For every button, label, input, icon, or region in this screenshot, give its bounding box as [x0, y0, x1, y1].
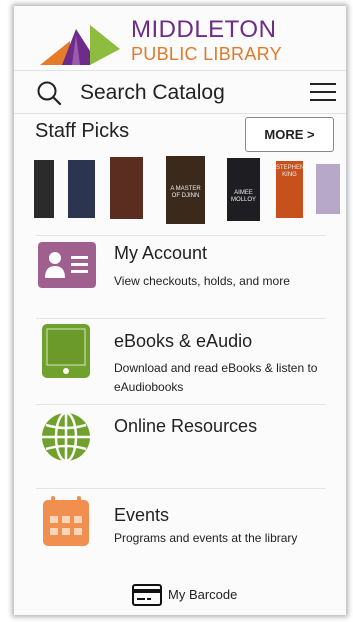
more-button[interactable]: MORE >	[245, 117, 334, 152]
menu-item-title: Events	[114, 505, 170, 525]
menu-item-events[interactable]: Events Programs and events at the librar…	[14, 496, 346, 556]
menu-item-online-resources[interactable]: Online Resources	[14, 412, 346, 472]
menu-item-title: My Account	[114, 243, 208, 263]
book-cover[interactable]: AIMEE MOLLOY	[227, 158, 260, 221]
divider	[36, 404, 326, 405]
logo-title: MIDDLETON	[131, 16, 277, 43]
book-cover-title: AIMEE MOLLOY	[230, 190, 256, 203]
account-card-icon	[38, 242, 96, 288]
menu-item-title: eBooks & eAudio	[114, 331, 253, 351]
book-cover[interactable]	[68, 160, 95, 218]
menu-item-my-account[interactable]: My Account View checkouts, holds, and mo…	[14, 242, 346, 302]
book-cover[interactable]	[316, 164, 340, 214]
book-cover[interactable]: STEPHEN KING	[276, 161, 303, 218]
app-frame: MIDDLETON PUBLIC LIBRARY Search Catalog …	[14, 6, 346, 615]
menu-item-title: Online Resources	[114, 416, 258, 436]
search-icon[interactable]	[36, 80, 62, 106]
calendar-icon	[43, 496, 89, 546]
divider	[36, 488, 326, 489]
hamburger-menu-icon[interactable]	[310, 82, 336, 102]
my-barcode-button[interactable]: My Barcode	[132, 582, 252, 608]
staff-picks-carousel[interactable]: A MASTER OF DJINN AIMEE MOLLOY STEPHEN K…	[14, 156, 346, 224]
logo-subtitle: PUBLIC LIBRARY	[131, 44, 282, 64]
library-logo-icon	[40, 25, 120, 65]
search-catalog-label[interactable]: Search Catalog	[80, 81, 225, 105]
book-cover[interactable]: A MASTER OF DJINN	[166, 156, 205, 224]
divider	[36, 318, 326, 319]
search-bar[interactable]: Search Catalog	[14, 70, 346, 114]
book-cover-title: A MASTER OF DJINN	[170, 186, 201, 199]
menu-item-ebooks[interactable]: eBooks & eAudio Download and read eBooks…	[14, 324, 346, 404]
staff-picks-title: Staff Picks	[35, 120, 130, 142]
menu-item-desc: Programs and events at the library	[114, 531, 298, 545]
card-icon	[132, 584, 162, 606]
book-cover[interactable]	[34, 160, 54, 218]
globe-icon	[42, 412, 90, 462]
menu-item-desc: View checkouts, holds, and more	[114, 274, 290, 288]
header: MIDDLETON PUBLIC LIBRARY	[14, 6, 346, 70]
menu-item-desc: Download and read eBooks & listen to eAu…	[114, 361, 318, 394]
divider	[36, 235, 326, 236]
my-barcode-label: My Barcode	[168, 587, 238, 602]
book-cover[interactable]	[110, 157, 143, 219]
book-cover-title: STEPHEN KING	[276, 165, 303, 178]
tablet-icon	[42, 324, 90, 378]
